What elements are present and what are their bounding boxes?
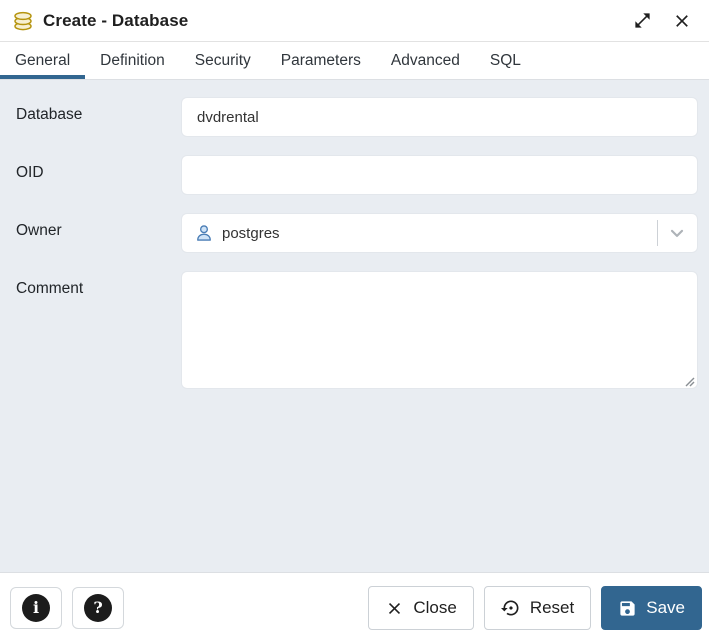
database-icon	[12, 9, 36, 33]
save-button[interactable]: Save	[601, 586, 702, 630]
chevron-down-icon[interactable]	[667, 223, 687, 243]
owner-select[interactable]: postgres	[181, 213, 698, 253]
close-button-label: Close	[413, 598, 456, 618]
tab-general[interactable]: General	[0, 42, 85, 79]
reset-button[interactable]: Reset	[484, 586, 591, 630]
oid-input[interactable]	[181, 155, 698, 195]
comment-field-row: Comment	[0, 271, 709, 389]
comment-field-label: Comment	[16, 271, 181, 298]
general-tab-panel: Database OID Owner	[0, 80, 709, 572]
close-x-icon	[385, 599, 404, 618]
reset-button-label: Reset	[530, 598, 574, 618]
oid-field-row: OID	[0, 155, 709, 195]
dialog-footer: i ? Close Reset Save	[0, 572, 709, 643]
save-icon	[618, 599, 637, 618]
owner-field-row: Owner postgres	[0, 213, 709, 253]
save-button-label: Save	[646, 598, 685, 618]
database-field-row: Database	[0, 97, 709, 137]
help-button[interactable]: ?	[72, 587, 124, 629]
database-name-input[interactable]	[181, 97, 698, 137]
close-icon[interactable]	[671, 10, 693, 32]
oid-field-label: OID	[16, 155, 181, 182]
tab-security[interactable]: Security	[180, 42, 266, 79]
dialog-title: Create - Database	[43, 11, 188, 31]
tab-definition[interactable]: Definition	[85, 42, 180, 79]
info-button[interactable]: i	[10, 587, 62, 629]
tab-advanced[interactable]: Advanced	[376, 42, 475, 79]
database-field-label: Database	[16, 97, 181, 124]
expand-icon[interactable]	[631, 10, 653, 32]
info-icon: i	[22, 594, 50, 622]
owner-field-label: Owner	[16, 213, 181, 240]
reset-icon	[501, 598, 521, 618]
tab-sql[interactable]: SQL	[475, 42, 536, 79]
select-divider	[657, 220, 658, 246]
help-icon: ?	[84, 594, 112, 622]
window-controls	[631, 10, 693, 32]
tab-bar: General Definition Security Parameters A…	[0, 42, 709, 80]
user-icon	[194, 223, 214, 243]
tab-parameters[interactable]: Parameters	[266, 42, 376, 79]
comment-textarea[interactable]	[181, 271, 698, 389]
close-button[interactable]: Close	[368, 586, 473, 630]
create-database-dialog: Create - Database General Definition Sec…	[0, 0, 709, 643]
owner-selected-value: postgres	[222, 225, 657, 242]
dialog-header: Create - Database	[0, 0, 709, 42]
